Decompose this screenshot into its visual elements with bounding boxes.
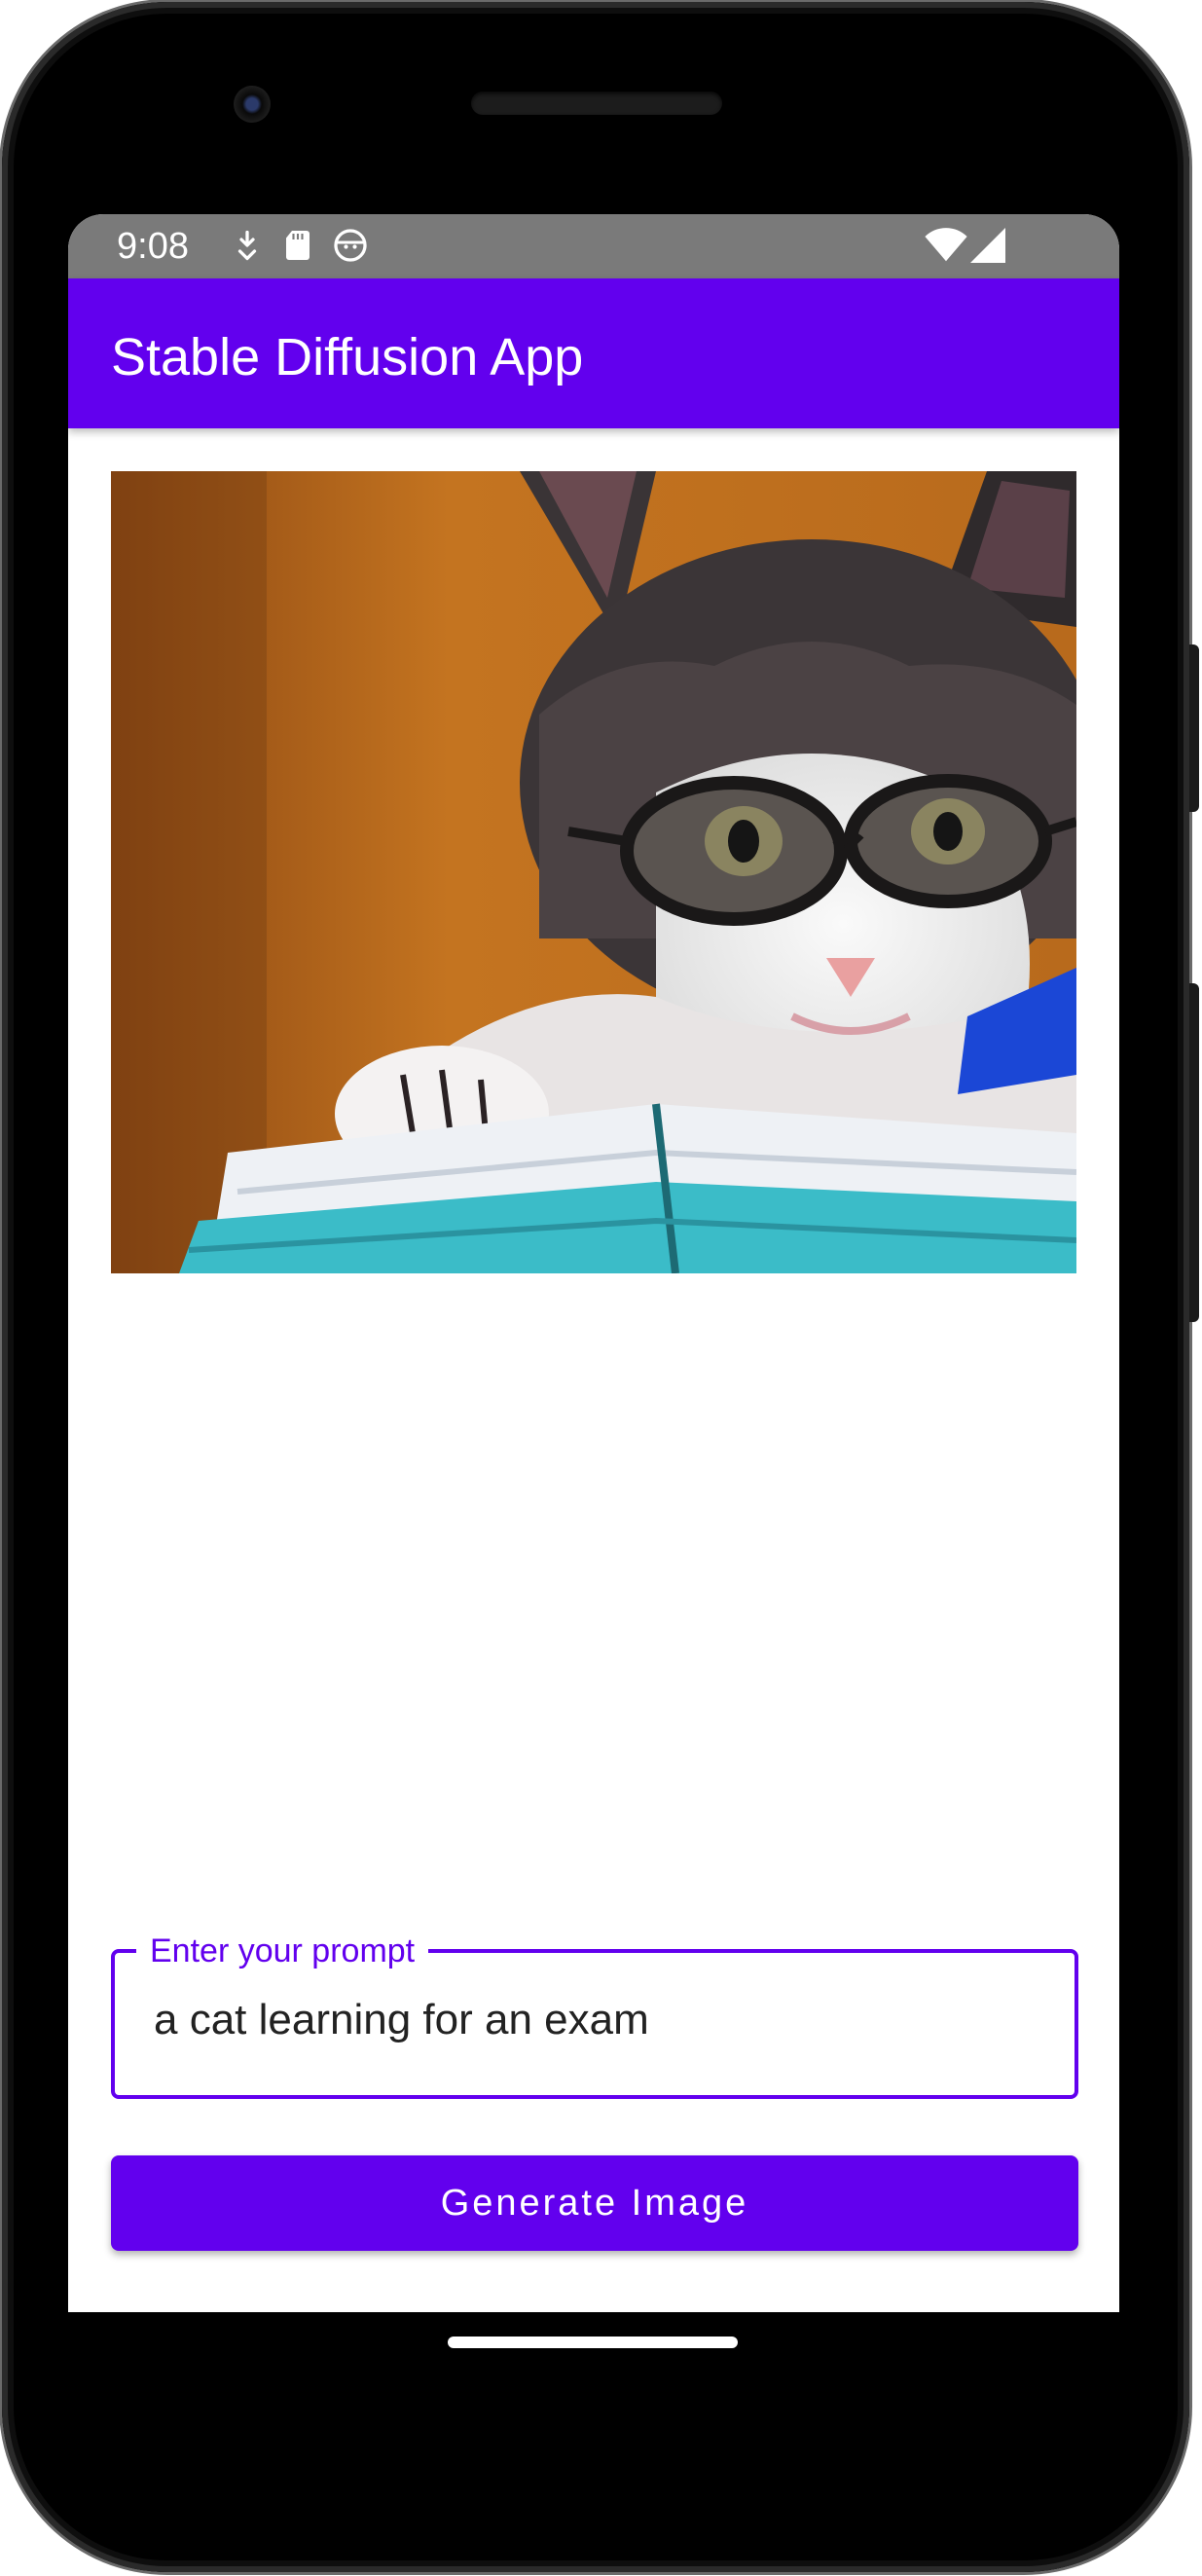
front-camera	[234, 86, 271, 123]
download-notification-icon	[237, 230, 257, 261]
volume-button	[1189, 983, 1199, 1322]
prompt-field[interactable]: Enter your prompt	[111, 1933, 1078, 2099]
signal-icon	[970, 228, 1005, 263]
wifi-icon	[925, 228, 967, 262]
screen: 9:08 Stable Diffusion App Enter your pro…	[68, 214, 1119, 2312]
cat-illustration	[111, 471, 1076, 1273]
phone-frame: 9:08 Stable Diffusion App Enter your pro…	[0, 0, 1202, 2576]
generate-image-button[interactable]: Generate Image	[111, 2155, 1078, 2251]
status-bar: 9:08	[68, 214, 1119, 278]
prompt-input[interactable]	[154, 1996, 1030, 2044]
prompt-label: Enter your prompt	[136, 1933, 429, 1969]
generated-image	[111, 471, 1076, 1273]
status-time: 9:08	[117, 226, 189, 267]
app-bar: Stable Diffusion App	[68, 278, 1119, 428]
earpiece-speaker	[471, 92, 722, 115]
home-gesture-bar[interactable]	[448, 2337, 738, 2348]
face-icon	[334, 229, 367, 262]
sd-card-icon	[286, 231, 310, 260]
power-button	[1189, 644, 1199, 812]
navigation-bar	[68, 2312, 1119, 2400]
app-title: Stable Diffusion App	[111, 328, 584, 386]
